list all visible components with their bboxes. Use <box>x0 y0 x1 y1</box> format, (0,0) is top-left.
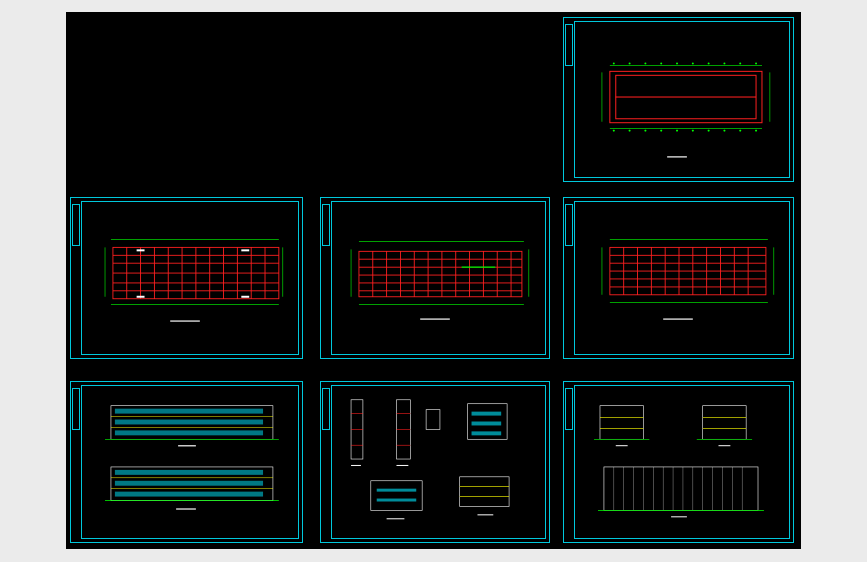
sheet-floor-plan-2[interactable] <box>320 197 550 359</box>
sheet-sections[interactable] <box>320 381 550 543</box>
sheet-roof-plan[interactable] <box>563 17 794 182</box>
elevations-drawing <box>105 405 279 510</box>
floor-plan-2-drawing <box>350 241 530 320</box>
drawing-canvas[interactable] <box>66 12 801 549</box>
sheet-floor-plan-1[interactable] <box>70 197 303 359</box>
sections-drawing <box>350 399 510 520</box>
sheet-elevations[interactable] <box>70 381 303 543</box>
sheet-side-elevations[interactable] <box>563 381 794 543</box>
floor-plan-3-drawing <box>601 239 775 320</box>
sheet-floor-plan-3[interactable] <box>563 197 794 359</box>
side-elevations-drawing <box>594 405 764 518</box>
roof-plan-drawing <box>601 62 771 158</box>
floor-plan-1-drawing <box>104 239 284 322</box>
